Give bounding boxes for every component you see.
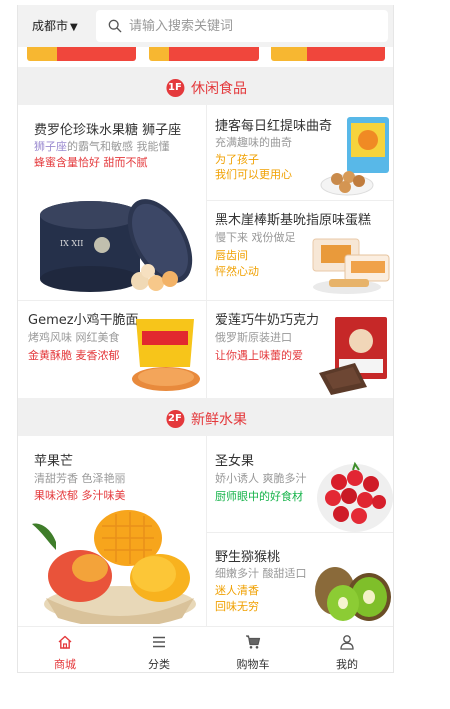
nav-category[interactable]: 分类 — [112, 627, 206, 672]
top-header: 成都市 ▼ — [18, 5, 393, 47]
candy-tin-image: IX XII — [40, 199, 193, 292]
product-subtitle: 俄罗斯原装进口 — [215, 331, 292, 344]
promo-button-3-left[interactable] — [271, 47, 307, 61]
product-subtitle-rest: 的霸气和敏感 我能懂 — [67, 140, 170, 153]
kiwi-image — [315, 567, 391, 621]
product-tag: 果味浓郁 — [34, 489, 78, 502]
product-tag: 回味无穷 — [215, 600, 259, 613]
product-tags: 金黄酥脆 麦香浓郁 — [28, 347, 120, 363]
nav-label: 分类 — [148, 658, 170, 671]
product-name: 黑木崖棒斯基吮指原味蛋糕 — [215, 213, 372, 228]
cake-pack-image — [312, 238, 390, 294]
product-subtitle: 狮子座的霸气和敏感 我能懂 — [34, 138, 170, 154]
city-selector[interactable]: 成都市 ▼ — [32, 17, 78, 34]
product-name: 野生猕猴桃 — [215, 550, 281, 565]
noodle-bag-image — [132, 319, 200, 391]
product-subtitle-highlight: 狮子座 — [34, 140, 67, 153]
product-tag: 让你遇上味蕾的爱 — [215, 349, 303, 362]
floor-1-header: 1F 休闲食品 — [18, 67, 393, 105]
product-name: 捷客每日红提味曲奇 — [215, 119, 333, 134]
app-screen: 成都市▼ 1F 休闲食品 费罗伦珍珠水果糖 狮子座 — [17, 5, 394, 673]
product-name: 圣女果 — [215, 454, 255, 469]
product-tag: 蜂蜜含量恰好 — [34, 156, 100, 169]
product-name: 费罗伦珍珠水果糖 狮子座 — [34, 123, 182, 138]
nav-profile[interactable]: 我的 — [300, 627, 393, 672]
product-tag: 我们可以更用心 — [215, 168, 292, 181]
cookie-box-image — [320, 117, 389, 196]
product-tag: 怦然心动 — [215, 265, 259, 278]
product-tag: 唇齿间 — [215, 249, 248, 262]
product-tag: 厨师眼中的好食材 — [215, 490, 303, 503]
promo-button-2-left[interactable] — [149, 47, 169, 61]
product-name: Gemez小鸡干脆面 — [28, 313, 139, 328]
product-card-kiwi[interactable]: 野生猕猴桃 细嫩多汁 酸甜适口 迷人清香 回味无穷 — [207, 533, 393, 626]
floor-1-title: 休闲食品 — [191, 80, 248, 97]
city-name: 成都市 — [32, 19, 69, 33]
list-icon — [153, 636, 165, 648]
product-subtitle: 烤鸡风味 网红美食 — [28, 331, 120, 344]
product-card-chocolate[interactable]: 爱莲巧牛奶巧克力 俄罗斯原装进口 让你遇上味蕾的爱 — [207, 301, 393, 398]
nav-label: 商城 — [54, 658, 76, 671]
product-tags: 蜂蜜含量恰好 甜而不腻 — [34, 154, 148, 170]
promo-button-3-right[interactable] — [307, 47, 385, 61]
promo-button-1-right[interactable] — [57, 47, 136, 61]
product-subtitle: 充满趣味的曲奇 — [215, 136, 292, 149]
promo-button-strip — [18, 47, 393, 69]
product-card-cake[interactable]: 黑木崖棒斯基吮指原味蛋糕 慢下来 戏份做足 唇齿间 怦然心动 — [207, 201, 393, 300]
dropdown-arrow-icon: ▼ — [70, 22, 78, 33]
product-tag: 甜而不腻 — [103, 156, 148, 169]
search-icon — [108, 19, 122, 33]
svg-text:IX XII: IX XII — [60, 239, 83, 248]
product-subtitle: 娇小诱人 爽脆多汁 — [215, 472, 307, 485]
nav-home[interactable]: 商城 — [18, 627, 112, 672]
cart-icon — [246, 635, 261, 649]
search-input[interactable] — [129, 16, 369, 36]
product-tag: 多汁味美 — [81, 489, 126, 502]
product-subtitle: 慢下来 戏份做足 — [215, 231, 296, 244]
floor-2-badge: 2F — [165, 409, 184, 428]
user-icon — [340, 635, 354, 650]
floor-1-badge: 1F — [165, 78, 184, 97]
product-card-mango[interactable]: 苹果芒 清甜芳香 色泽艳丽 果味浓郁 多汁味美 — [18, 436, 206, 626]
product-card-fruit-candy[interactable]: 费罗伦珍珠水果糖 狮子座 狮子座的霸气和敏感 我能懂 蜂蜜含量恰好 甜而不腻 I… — [18, 105, 206, 300]
chocolate-bar-image — [319, 317, 387, 395]
floor-2-grid: 苹果芒 清甜芳香 色泽艳丽 果味浓郁 多汁味美 圣女果 娇小诱人 爽脆多汁 厨师… — [18, 436, 393, 626]
nav-label: 购物车 — [236, 658, 270, 671]
product-name: 苹果芒 — [34, 454, 74, 469]
floor-2-header: 2F 新鲜水果 — [18, 398, 393, 436]
product-tag: 麦香浓郁 — [75, 349, 120, 362]
product-card-cherry-tomato[interactable]: 圣女果 娇小诱人 爽脆多汁 厨师眼中的好食材 — [207, 436, 393, 532]
product-tag: 迷人清香 — [215, 584, 259, 597]
product-tag: 为了孩子 — [215, 153, 259, 166]
floor-1-grid: 费罗伦珍珠水果糖 狮子座 狮子座的霸气和敏感 我能懂 蜂蜜含量恰好 甜而不腻 I… — [18, 105, 393, 398]
promo-button-1-left[interactable] — [27, 47, 57, 61]
cherry-tomato-image — [317, 461, 393, 532]
bottom-nav: 商城 分类 购物车 我的 — [18, 626, 393, 672]
nav-cart[interactable]: 购物车 — [206, 627, 300, 672]
product-card-crispy-noodles[interactable]: Gemez小鸡干脆面 烤鸡风味 网红美食 金黄酥脆 麦香浓郁 — [18, 301, 206, 398]
search-box[interactable] — [96, 10, 388, 42]
product-subtitle: 清甜芳香 色泽艳丽 — [34, 472, 126, 485]
product-name: 爱莲巧牛奶巧克力 — [215, 313, 320, 328]
product-tag: 金黄酥脆 — [28, 349, 72, 362]
product-card-cookies[interactable]: 捷客每日红提味曲奇 充满趣味的曲奇 为了孩子 我们可以更用心 — [207, 105, 393, 200]
floor-2-title: 新鲜水果 — [191, 411, 248, 428]
promo-button-2-right[interactable] — [169, 47, 259, 61]
mango-basket-image — [32, 510, 196, 624]
nav-label: 我的 — [336, 658, 358, 671]
product-tags: 果味浓郁 多汁味美 — [34, 487, 126, 503]
product-subtitle: 细嫩多汁 酸甜适口 — [215, 567, 307, 580]
home-icon — [58, 635, 72, 649]
